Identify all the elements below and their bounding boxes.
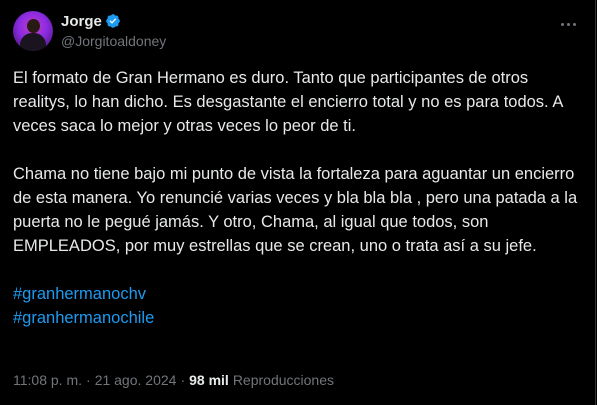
author-names: Jorge @Jorgitoaldoney <box>61 11 166 51</box>
author-display-name[interactable]: Jorge <box>61 13 102 30</box>
tweet-time[interactable]: 11:08 p. m. <box>13 372 82 388</box>
views-count[interactable]: 98 mil <box>189 372 229 388</box>
views-label: Reproducciones <box>232 372 334 388</box>
more-horizontal-icon <box>560 22 564 26</box>
tweet-paragraph: El formato de Gran Hermano es duro. Tant… <box>13 69 568 135</box>
avatar-body <box>20 33 46 51</box>
author-handle[interactable]: @Jorgitoaldoney <box>61 32 166 51</box>
tweet-date[interactable]: 21 ago. 2024 <box>95 372 177 388</box>
hashtag-link[interactable]: #granhermanochile <box>13 306 583 330</box>
more-dot <box>566 22 570 26</box>
verified-badge-icon[interactable] <box>105 13 121 29</box>
more-options-button[interactable] <box>555 11 581 37</box>
tweet-meta: 11:08 p. m. · 21 ago. 2024 · 98 mil Repr… <box>13 370 334 390</box>
display-name-row: Jorge <box>61 11 166 31</box>
hashtag-link[interactable]: #granhermanochv <box>13 282 583 306</box>
meta-separator: · <box>180 372 186 388</box>
avatar[interactable] <box>13 11 53 51</box>
tweet-text: El formato de Gran Hermano es duro. Tant… <box>13 66 583 330</box>
tweet-card: Jorge @Jorgitoaldoney El formato de Gran… <box>0 0 596 405</box>
meta-separator: · <box>86 372 91 388</box>
tweet-paragraph: Chama no tiene bajo mi punto de vista la… <box>13 165 582 255</box>
more-dot <box>572 22 576 26</box>
tweet-header: Jorge @Jorgitoaldoney <box>13 11 581 51</box>
avatar-head <box>27 19 40 33</box>
